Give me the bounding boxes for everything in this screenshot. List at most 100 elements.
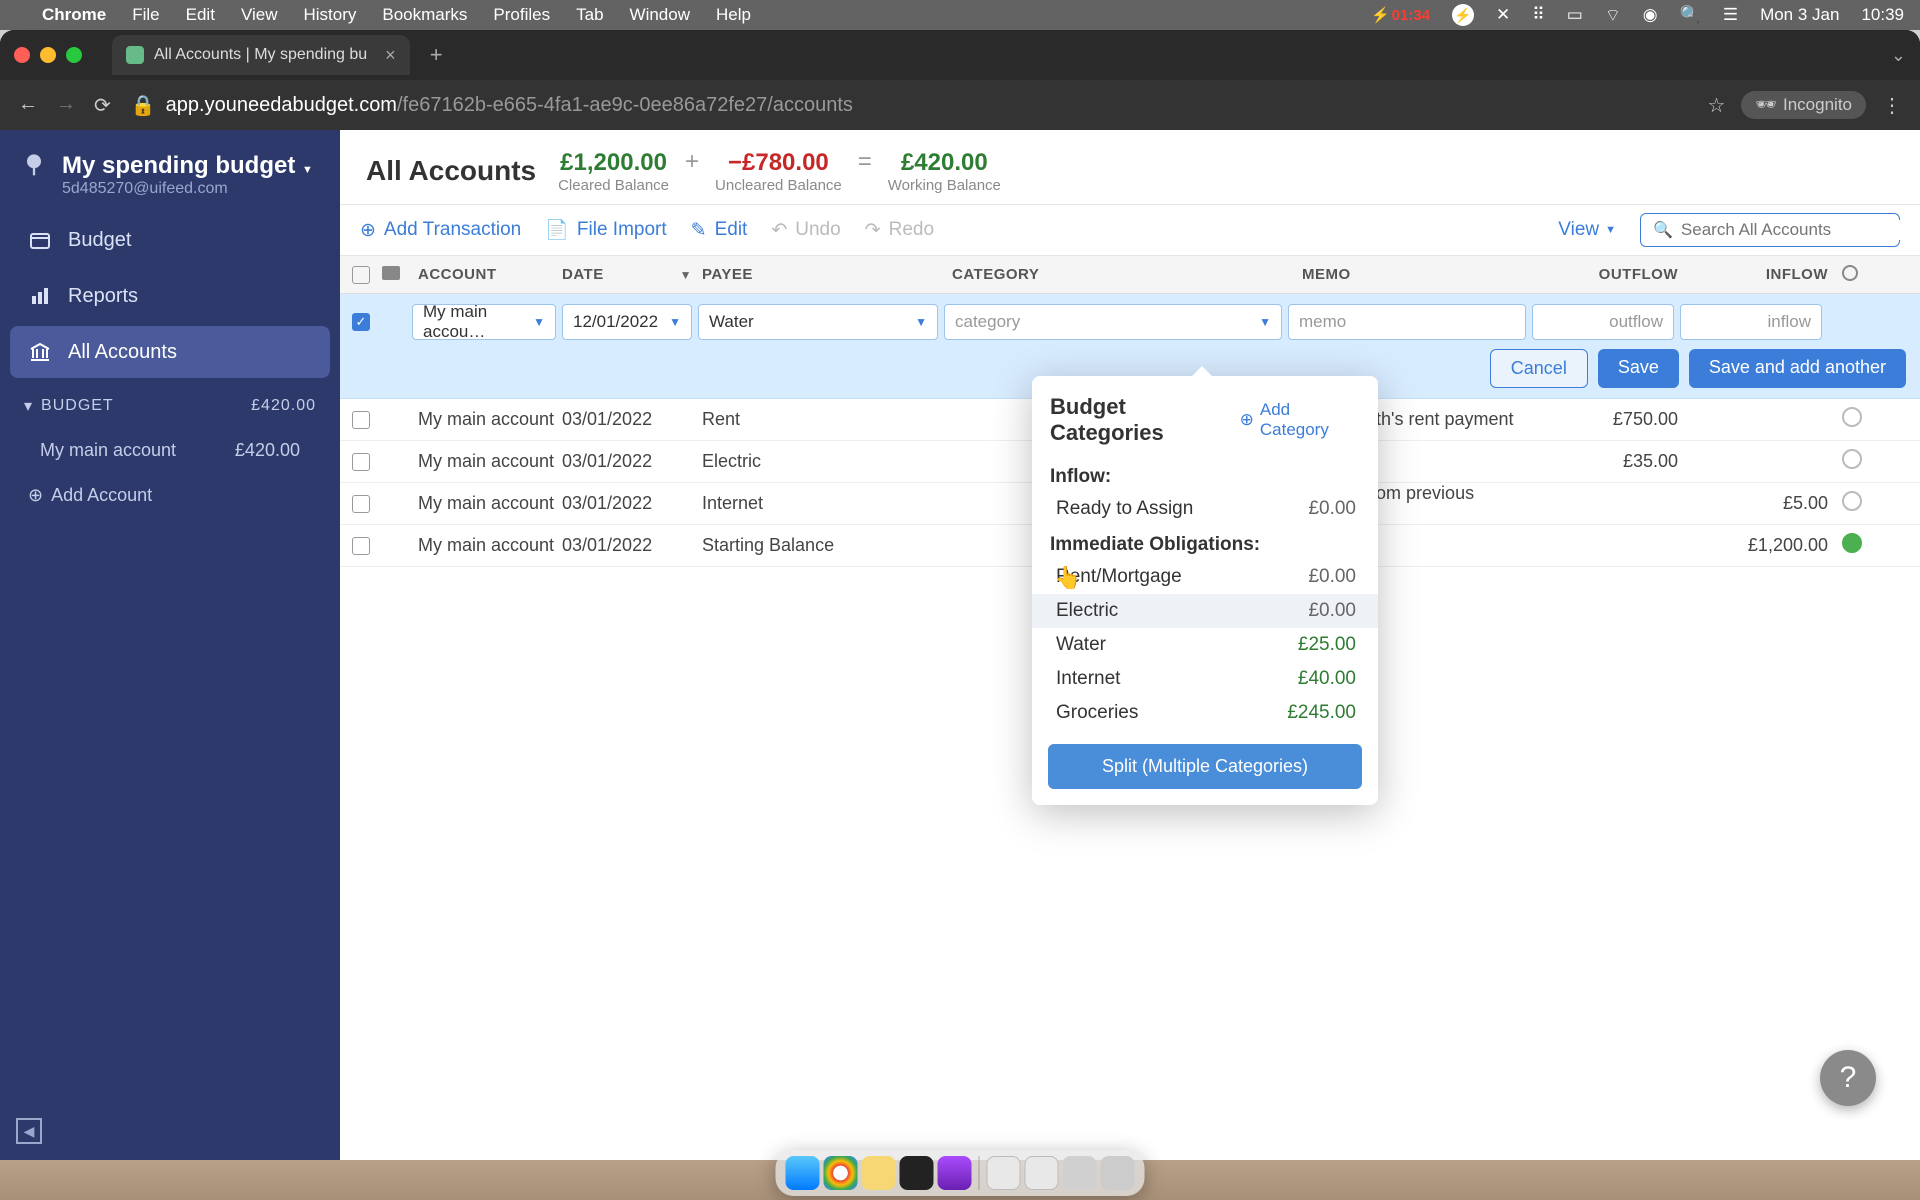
help-button[interactable]: ? bbox=[1820, 1050, 1876, 1106]
dropdown-item[interactable]: Ready to Assign£0.00 bbox=[1032, 492, 1378, 526]
account-select[interactable]: My main accou…▼ bbox=[412, 304, 556, 340]
column-payee[interactable]: PAYEE bbox=[702, 266, 952, 283]
redo-button[interactable]: ↷Redo bbox=[865, 219, 934, 242]
category-select[interactable]: category▼ bbox=[944, 304, 1282, 340]
payee-select[interactable]: Water▼ bbox=[698, 304, 938, 340]
column-category[interactable]: CATEGORY bbox=[952, 266, 1302, 283]
close-tab-icon[interactable]: × bbox=[385, 45, 396, 66]
spotlight-icon[interactable]: 🔍 bbox=[1680, 5, 1701, 25]
browser-tab[interactable]: All Accounts | My spending bu × bbox=[112, 35, 410, 75]
dock-finder-icon[interactable] bbox=[786, 1156, 820, 1190]
split-categories-button[interactable]: Split (Multiple Categories) bbox=[1048, 744, 1362, 789]
menubar-app[interactable]: Chrome bbox=[42, 5, 106, 25]
column-inflow[interactable]: INFLOW bbox=[1692, 266, 1842, 283]
sidebar-item-all-accounts[interactable]: All Accounts bbox=[10, 326, 330, 378]
dock-trash-icon[interactable] bbox=[1101, 1156, 1135, 1190]
search-field[interactable] bbox=[1681, 220, 1902, 240]
dock-chrome-icon[interactable] bbox=[824, 1156, 858, 1190]
menubar-item[interactable]: File bbox=[132, 5, 159, 25]
memo-input[interactable]: memo bbox=[1288, 304, 1526, 340]
battery-icon[interactable]: ▭ bbox=[1567, 5, 1583, 25]
undo-button[interactable]: ↶Undo bbox=[771, 219, 840, 242]
incognito-badge[interactable]: 🕶 Incognito bbox=[1741, 91, 1866, 119]
row-checkbox[interactable] bbox=[352, 453, 370, 471]
forward-button[interactable]: → bbox=[56, 93, 76, 118]
menubar-item[interactable]: History bbox=[303, 5, 356, 25]
sidebar-account[interactable]: My main account £420.00 bbox=[10, 430, 330, 471]
row-checkbox[interactable] bbox=[352, 537, 370, 555]
cleared-toggle[interactable] bbox=[1842, 533, 1862, 553]
add-account-button[interactable]: ⊕ Add Account bbox=[10, 471, 330, 520]
cleared-toggle[interactable] bbox=[1842, 449, 1862, 469]
url-field[interactable]: 🔒 app.youneedabudget.com/fe67162b-e665-4… bbox=[131, 93, 1688, 118]
menubar-item[interactable]: Window bbox=[630, 5, 690, 25]
status-icon[interactable]: ◉ bbox=[1643, 5, 1658, 25]
select-all-checkbox[interactable] bbox=[352, 266, 370, 284]
column-account[interactable]: ACCOUNT bbox=[412, 266, 562, 283]
maximize-window[interactable] bbox=[66, 47, 82, 63]
chevron-down-icon: ▼ bbox=[915, 315, 927, 329]
save-button[interactable]: Save bbox=[1598, 349, 1679, 388]
sidebar-item-reports[interactable]: Reports bbox=[10, 270, 330, 322]
view-button[interactable]: View ▼ bbox=[1558, 219, 1616, 241]
column-date[interactable]: DATE▼ bbox=[562, 266, 702, 283]
cell-account: My main account bbox=[412, 451, 562, 472]
menubar-item[interactable]: Profiles bbox=[493, 5, 550, 25]
bookmark-icon[interactable]: ☆ bbox=[1707, 93, 1725, 118]
battery-status[interactable]: ⚡01:34 bbox=[1371, 6, 1430, 24]
dropdown-item[interactable]: Internet£40.00 bbox=[1032, 662, 1378, 696]
menubar-date[interactable]: Mon 3 Jan bbox=[1760, 5, 1839, 25]
outflow-input[interactable]: outflow bbox=[1532, 304, 1674, 340]
sidebar-section-budget[interactable]: ▾ BUDGET £420.00 bbox=[10, 382, 330, 430]
dock-app-icon[interactable] bbox=[938, 1156, 972, 1190]
dock-terminal-icon[interactable] bbox=[900, 1156, 934, 1190]
dropdown-item[interactable]: Water£25.00 bbox=[1032, 628, 1378, 662]
add-transaction-button[interactable]: ⊕Add Transaction bbox=[360, 219, 521, 242]
date-select[interactable]: 12/01/2022▼ bbox=[562, 304, 692, 340]
minimize-window[interactable] bbox=[40, 47, 56, 63]
dropdown-item[interactable]: Electric£0.00 bbox=[1032, 594, 1378, 628]
cleared-toggle[interactable] bbox=[1842, 407, 1862, 427]
column-memo[interactable]: MEMO bbox=[1302, 266, 1542, 283]
back-button[interactable]: ← bbox=[18, 93, 38, 118]
menubar-item[interactable]: Edit bbox=[186, 5, 215, 25]
menubar-item[interactable]: Bookmarks bbox=[382, 5, 467, 25]
edit-button[interactable]: ✎Edit bbox=[691, 219, 748, 242]
menubar-item[interactable]: Help bbox=[716, 5, 751, 25]
dock-app-icon[interactable] bbox=[987, 1156, 1021, 1190]
status-icon[interactable]: ✕ bbox=[1496, 5, 1510, 25]
dock-app-icon[interactable] bbox=[1025, 1156, 1059, 1190]
reload-button[interactable]: ⟳ bbox=[94, 93, 111, 118]
sidebar-item-budget[interactable]: Budget bbox=[10, 214, 330, 266]
menubar-time[interactable]: 10:39 bbox=[1861, 5, 1904, 25]
row-checkbox[interactable] bbox=[352, 495, 370, 513]
save-add-another-button[interactable]: Save and add another bbox=[1689, 349, 1906, 388]
dock-app-icon[interactable] bbox=[862, 1156, 896, 1190]
budget-switcher[interactable]: My spending budget ▼ 5d485270@uifeed.com bbox=[10, 146, 330, 214]
status-icon[interactable]: ⠿ bbox=[1532, 5, 1544, 25]
close-window[interactable] bbox=[14, 47, 30, 63]
column-outflow[interactable]: OUTFLOW bbox=[1542, 266, 1692, 283]
cleared-toggle[interactable] bbox=[1842, 491, 1862, 511]
tabs-dropdown-icon[interactable]: ⌄ bbox=[1891, 45, 1906, 66]
control-center-icon[interactable]: ☰ bbox=[1723, 5, 1738, 25]
dropdown-item[interactable]: Groceries£245.00 bbox=[1032, 696, 1378, 730]
collapse-sidebar-button[interactable]: ◀ bbox=[16, 1118, 42, 1144]
status-icon[interactable]: ⚡ bbox=[1452, 4, 1474, 26]
cancel-button[interactable]: Cancel bbox=[1490, 349, 1588, 388]
dock-app-icon[interactable] bbox=[1063, 1156, 1097, 1190]
inflow-input[interactable]: inflow bbox=[1680, 304, 1822, 340]
column-cleared[interactable] bbox=[1842, 265, 1878, 285]
add-category-button[interactable]: ⊕Add Category bbox=[1240, 400, 1360, 440]
menubar-item[interactable]: View bbox=[241, 5, 278, 25]
new-tab-button[interactable]: + bbox=[430, 42, 443, 68]
menu-icon[interactable]: ⋮ bbox=[1882, 93, 1902, 118]
row-checkbox[interactable] bbox=[352, 411, 370, 429]
file-import-button[interactable]: 📄File Import bbox=[545, 218, 666, 242]
flag-icon[interactable] bbox=[382, 266, 400, 280]
dropdown-item[interactable]: Rent/Mortgage£0.00 bbox=[1032, 560, 1378, 594]
wifi-icon[interactable]: ⌔ bbox=[1605, 5, 1621, 26]
row-checkbox[interactable]: ✓ bbox=[352, 313, 370, 331]
search-input[interactable]: 🔍 bbox=[1640, 213, 1900, 247]
menubar-item[interactable]: Tab bbox=[576, 5, 603, 25]
